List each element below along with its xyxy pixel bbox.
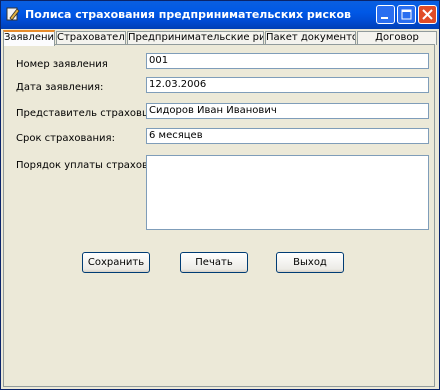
minimize-button[interactable] (376, 5, 395, 24)
minimize-icon (381, 17, 388, 19)
main-window: Полиса страхования предпринимательских р… (0, 0, 440, 390)
title-bar[interactable]: Полиса страхования предпринимательских р… (1, 1, 439, 29)
number-label: Номер заявления (16, 59, 108, 70)
close-icon (422, 9, 433, 20)
print-button[interactable]: Печать (180, 252, 248, 273)
term-label: Срок страхования: (16, 133, 115, 144)
agent-field[interactable]: Сидоров Иван Иванович (146, 103, 429, 119)
exit-button[interactable]: Выход (276, 252, 344, 273)
term-field[interactable]: 6 месяцев (146, 128, 429, 144)
payment-memo[interactable] (146, 155, 429, 230)
tab-documents[interactable]: Пакет документов (265, 31, 356, 45)
number-field[interactable]: 001 (146, 53, 429, 69)
tab-strip: Заявление Страхователь Предпринимательск… (3, 30, 437, 46)
app-icon (6, 7, 20, 21)
date-field[interactable]: 12.03.2006 (146, 77, 429, 93)
maximize-button[interactable] (397, 5, 416, 24)
tab-application[interactable]: Заявление (3, 30, 55, 46)
tab-panel-application: Номер заявления 001 Дата заявления: 12.0… (3, 44, 435, 387)
close-button[interactable] (418, 5, 437, 24)
tab-business-risks[interactable]: Предпринимательские риски (127, 31, 264, 45)
window-title: Полиса страхования предпринимательских р… (25, 8, 352, 21)
maximize-icon (401, 9, 412, 20)
date-label: Дата заявления: (16, 82, 104, 93)
save-button[interactable]: Сохранить (82, 252, 150, 273)
tab-insurer[interactable]: Страхователь (56, 31, 126, 45)
tab-contract[interactable]: Договор (357, 31, 437, 45)
